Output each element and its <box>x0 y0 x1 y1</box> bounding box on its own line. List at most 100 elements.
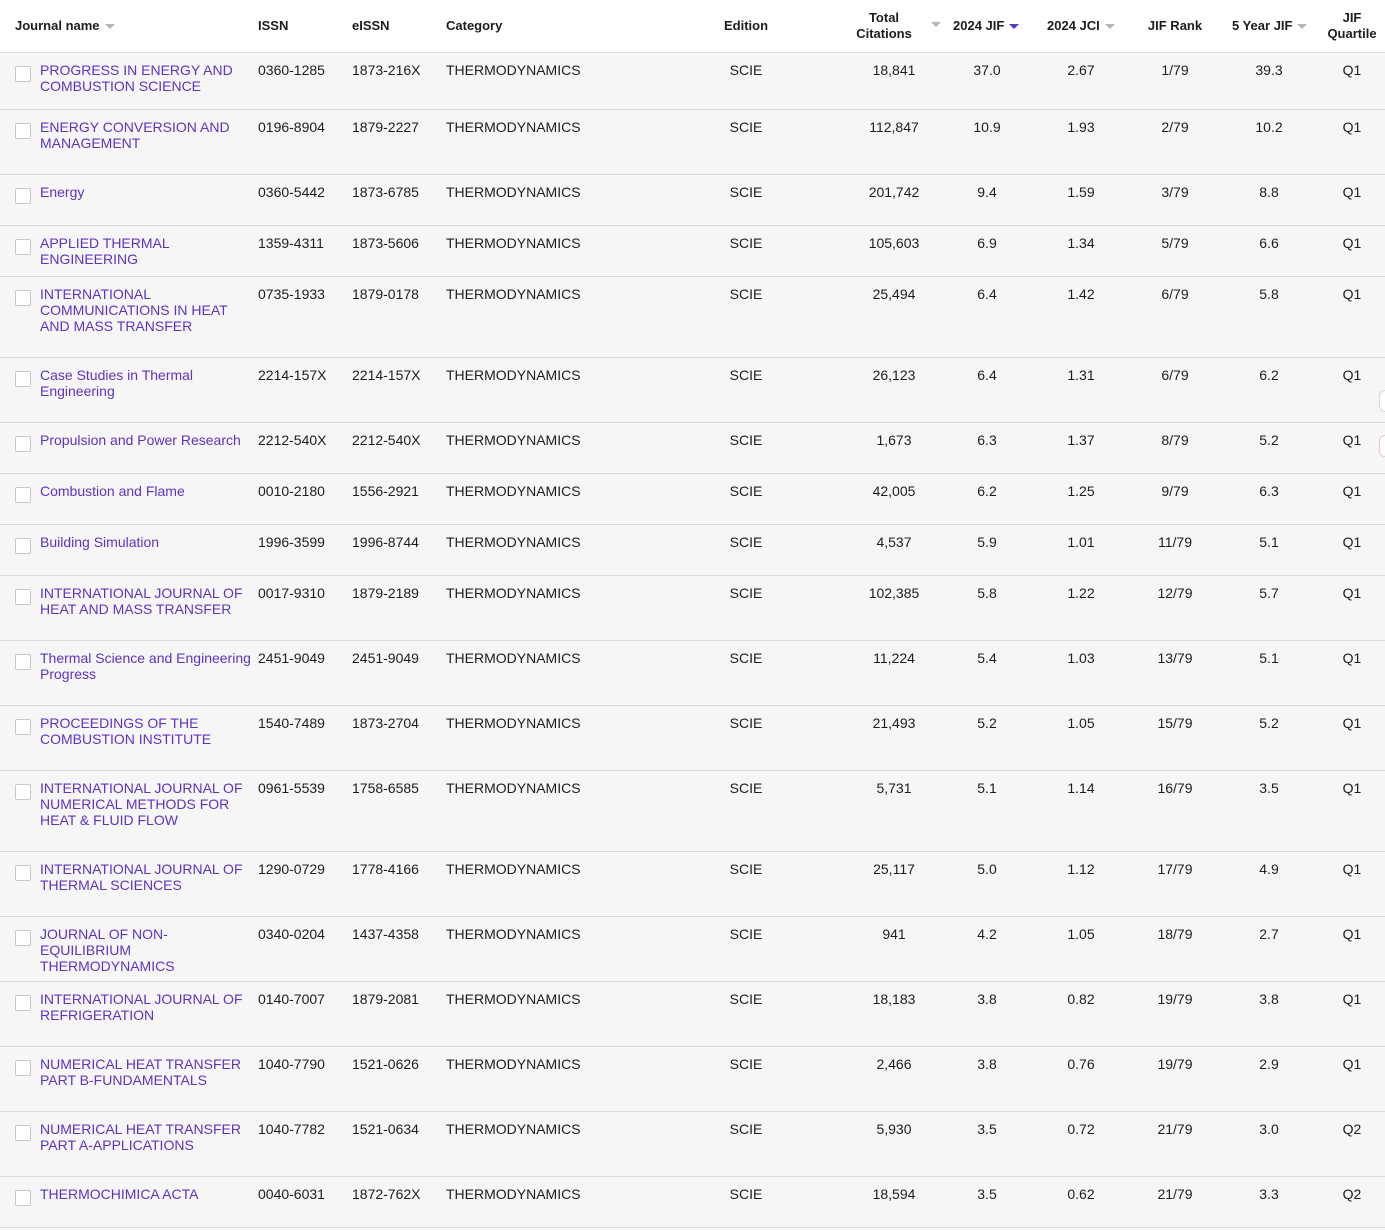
row-select-checkbox[interactable] <box>15 719 31 735</box>
header-2024-jif[interactable]: 2024 JIF <box>953 0 1033 52</box>
row-select-checkbox[interactable] <box>15 123 31 139</box>
category-cell: THERMODYNAMICS <box>446 483 581 499</box>
header-eissn-label: eISSN <box>352 18 390 33</box>
five-year-jif-cell: 6.6 <box>1259 235 1279 251</box>
journal-name-link[interactable]: NUMERICAL HEAT TRANSFER PART B-FUNDAMENT… <box>40 1056 255 1088</box>
category-cell: THERMODYNAMICS <box>446 184 581 200</box>
category-cell: THERMODYNAMICS <box>446 432 581 448</box>
issn-cell: 0340-0204 <box>258 926 325 942</box>
jif-cell: 6.4 <box>977 286 997 302</box>
journal-name-link[interactable]: INTERNATIONAL JOURNAL OF NUMERICAL METHO… <box>40 780 255 828</box>
row-select-checkbox[interactable] <box>15 66 31 82</box>
scroll-edge-indicator[interactable] <box>1379 390 1385 412</box>
journal-name-link[interactable]: APPLIED THERMAL ENGINEERING <box>40 235 255 267</box>
five-year-jif-cell: 4.9 <box>1259 861 1279 877</box>
jif-rank-cell: 1/79 <box>1161 62 1189 78</box>
eissn-cell: 1879-2081 <box>352 991 419 1007</box>
row-select-checkbox[interactable] <box>15 436 31 452</box>
row-select-checkbox[interactable] <box>15 239 31 255</box>
total-citations-cell: 25,494 <box>872 286 916 302</box>
sort-2024-jif-icon[interactable] <box>1009 23 1020 29</box>
row-select-checkbox[interactable] <box>15 290 31 306</box>
issn-cell: 1040-7790 <box>258 1056 325 1072</box>
journal-name-link[interactable]: THERMOCHIMICA ACTA <box>40 1186 255 1202</box>
journal-name-link[interactable]: INTERNATIONAL JOURNAL OF THERMAL SCIENCE… <box>40 861 255 893</box>
category-cell: THERMODYNAMICS <box>446 1056 581 1072</box>
jci-cell: 1.59 <box>1067 184 1095 200</box>
table-row: ENERGY CONVERSION AND MANAGEMENT 0196-890… <box>0 110 1385 175</box>
header-journal-name[interactable]: Journal name <box>15 0 255 52</box>
journal-name-link[interactable]: PROGRESS IN ENERGY AND COMBUSTION SCIENC… <box>40 62 255 94</box>
jif-cell: 5.8 <box>977 585 997 601</box>
row-select-checkbox[interactable] <box>15 995 31 1011</box>
journal-name-link[interactable]: Propulsion and Power Research <box>40 432 255 448</box>
jci-cell: 1.34 <box>1067 235 1095 251</box>
jif-cell: 6.2 <box>977 483 997 499</box>
edition-cell: SCIE <box>729 483 763 499</box>
journal-name-link[interactable]: INTERNATIONAL JOURNAL OF HEAT AND MASS T… <box>40 585 255 617</box>
journal-name-link[interactable]: Thermal Science and Engineering Progress <box>40 650 255 682</box>
journal-name-link[interactable]: PROCEEDINGS OF THE COMBUSTION INSTITUTE <box>40 715 255 747</box>
sort-total-citations-icon[interactable] <box>931 22 941 27</box>
sort-5-year-jif-icon[interactable] <box>1297 23 1308 29</box>
eissn-cell: 1873-2704 <box>352 715 419 731</box>
jif-quartile-cell: Q1 <box>1342 286 1362 302</box>
row-select-checkbox[interactable] <box>15 784 31 800</box>
jif-rank-cell: 19/79 <box>1157 1056 1193 1072</box>
jif-rank-cell: 13/79 <box>1157 650 1193 666</box>
total-citations-cell: 18,183 <box>872 991 916 1007</box>
row-select-checkbox[interactable] <box>15 1125 31 1141</box>
row-select-checkbox[interactable] <box>15 1190 31 1206</box>
jif-rank-cell: 6/79 <box>1161 367 1189 383</box>
jif-cell: 3.5 <box>977 1186 997 1202</box>
jif-quartile-cell: Q1 <box>1342 650 1362 666</box>
row-select-checkbox[interactable] <box>15 865 31 881</box>
header-2024-jci[interactable]: 2024 JCI <box>1047 0 1127 52</box>
five-year-jif-cell: 2.9 <box>1259 1056 1279 1072</box>
jif-cell: 5.1 <box>977 780 997 796</box>
journal-name-link[interactable]: Building Simulation <box>40 534 255 550</box>
journal-name-link[interactable]: INTERNATIONAL COMMUNICATIONS IN HEAT AND… <box>40 286 255 334</box>
header-5-year-jif[interactable]: 5 Year JIF <box>1232 0 1312 52</box>
journal-name-link[interactable]: Energy <box>40 184 255 200</box>
header-jif-quartile-line1: JIF <box>1342 10 1362 25</box>
row-select-checkbox[interactable] <box>15 188 31 204</box>
feedback-edge-tab[interactable] <box>1379 435 1385 457</box>
row-select-checkbox[interactable] <box>15 654 31 670</box>
row-select-checkbox[interactable] <box>15 487 31 503</box>
sort-2024-jci-icon[interactable] <box>1104 23 1115 29</box>
five-year-jif-cell: 2.7 <box>1259 926 1279 942</box>
eissn-cell: 1996-8744 <box>352 534 419 550</box>
issn-cell: 2451-9049 <box>258 650 325 666</box>
five-year-jif-cell: 8.8 <box>1259 184 1279 200</box>
row-select-checkbox[interactable] <box>15 371 31 387</box>
sort-journal-name-icon[interactable] <box>104 23 115 29</box>
journal-name-link[interactable]: ENERGY CONVERSION AND MANAGEMENT <box>40 119 255 151</box>
category-cell: THERMODYNAMICS <box>446 650 581 666</box>
journal-name-link[interactable]: Case Studies in Thermal Engineering <box>40 367 255 399</box>
five-year-jif-cell: 3.5 <box>1259 780 1279 796</box>
header-total-citations[interactable]: Total Citations <box>844 0 924 52</box>
journal-name-link[interactable]: JOURNAL OF NON-EQUILIBRIUM THERMODYNAMIC… <box>40 926 255 974</box>
table-row: APPLIED THERMAL ENGINEERING 1359-4311 1873… <box>0 226 1385 277</box>
row-select-checkbox[interactable] <box>15 1060 31 1076</box>
jif-quartile-cell: Q1 <box>1342 715 1362 731</box>
journal-name-link[interactable]: INTERNATIONAL JOURNAL OF REFRIGERATION <box>40 991 255 1023</box>
eissn-cell: 1873-216X <box>352 62 421 78</box>
row-select-checkbox[interactable] <box>15 930 31 946</box>
issn-cell: 1540-7489 <box>258 715 325 731</box>
row-select-checkbox[interactable] <box>15 589 31 605</box>
row-select-checkbox[interactable] <box>15 538 31 554</box>
table-row: INTERNATIONAL JOURNAL OF THERMAL SCIENCE… <box>0 852 1385 917</box>
header-jif-quartile-line2: Quartile <box>1327 26 1377 41</box>
edition-cell: SCIE <box>729 235 763 251</box>
jif-rank-cell: 19/79 <box>1157 991 1193 1007</box>
journal-name-link[interactable]: NUMERICAL HEAT TRANSFER PART A-APPLICATI… <box>40 1121 255 1153</box>
five-year-jif-cell: 5.8 <box>1259 286 1279 302</box>
edition-cell: SCIE <box>729 119 763 135</box>
jci-cell: 1.05 <box>1067 926 1095 942</box>
jif-cell: 5.9 <box>977 534 997 550</box>
jif-rank-cell: 6/79 <box>1161 286 1189 302</box>
issn-cell: 0040-6031 <box>258 1186 325 1202</box>
journal-name-link[interactable]: Combustion and Flame <box>40 483 255 499</box>
